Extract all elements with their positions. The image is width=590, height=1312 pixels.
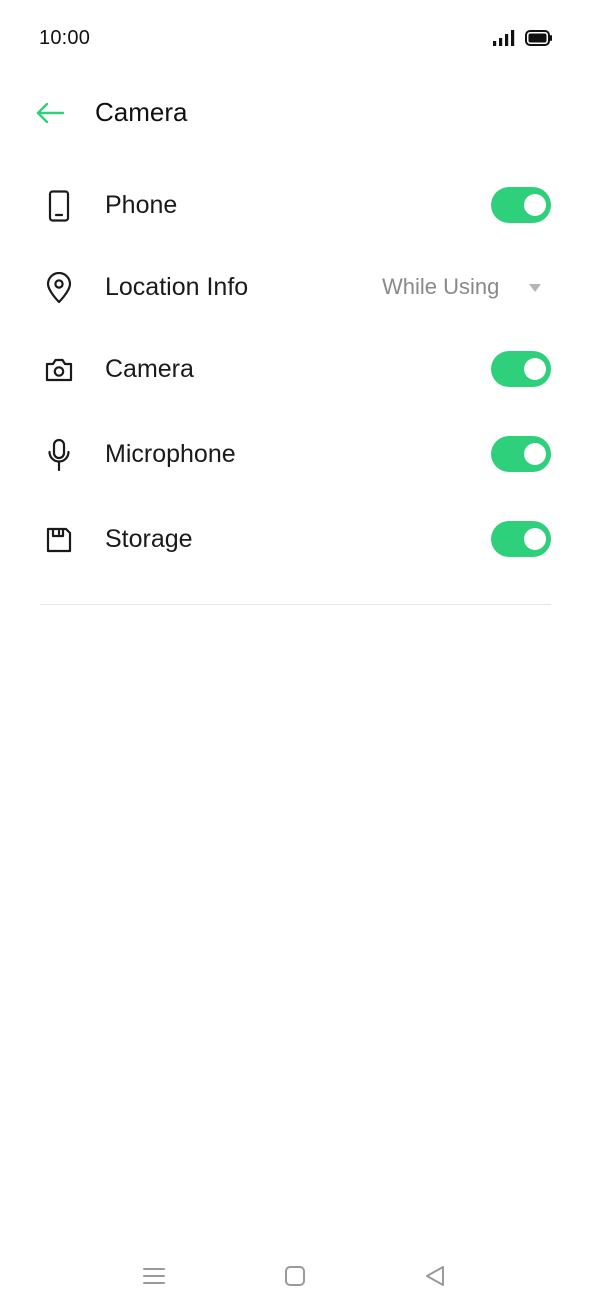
toggle-knob	[524, 358, 546, 380]
toggle-knob	[524, 443, 546, 465]
storage-permission-toggle[interactable]	[491, 521, 551, 557]
navigation-bar	[0, 1250, 590, 1302]
storage-icon	[42, 523, 76, 557]
phone-icon	[42, 189, 76, 223]
microphone-icon	[42, 438, 76, 472]
camera-icon	[42, 353, 76, 387]
back-button[interactable]	[30, 96, 70, 130]
permission-row-storage: Storage	[0, 498, 590, 582]
menu-lines-icon	[143, 1268, 165, 1284]
permission-label: Camera	[105, 355, 194, 383]
signal-bars-icon	[493, 30, 515, 46]
camera-permission-toggle[interactable]	[491, 351, 551, 387]
toggle-knob	[524, 194, 546, 216]
permission-row-microphone: Microphone	[0, 413, 590, 497]
location-permission-dropdown[interactable]: While Using	[382, 272, 552, 306]
battery-full-icon	[525, 30, 552, 46]
arrow-left-icon	[36, 102, 65, 124]
divider	[40, 604, 551, 605]
permission-label: Storage	[105, 525, 193, 553]
permission-label: Phone	[105, 191, 178, 219]
location-pin-icon	[42, 271, 76, 305]
phone-permission-toggle[interactable]	[491, 187, 551, 223]
permission-label: Microphone	[105, 440, 236, 468]
nav-back-button[interactable]	[421, 1262, 449, 1290]
permission-row-phone: Phone	[0, 164, 590, 248]
home-button[interactable]	[281, 1262, 309, 1290]
permission-row-camera: Camera	[0, 328, 590, 412]
dropdown-arrow-icon	[529, 284, 541, 292]
page-title: Camera	[95, 97, 188, 127]
toggle-knob	[524, 528, 546, 550]
permission-label: Location Info	[105, 273, 249, 301]
dropdown-value: While Using	[382, 274, 500, 299]
home-square-icon	[285, 1266, 305, 1286]
status-bar: 10:00	[0, 0, 590, 80]
microphone-permission-toggle[interactable]	[491, 436, 551, 472]
permission-row-location: Location Info While Using	[0, 246, 590, 330]
recent-apps-button[interactable]	[140, 1262, 168, 1290]
status-time: 10:00	[39, 27, 91, 49]
app-bar: Camera	[0, 80, 590, 146]
back-triangle-icon	[426, 1266, 444, 1286]
